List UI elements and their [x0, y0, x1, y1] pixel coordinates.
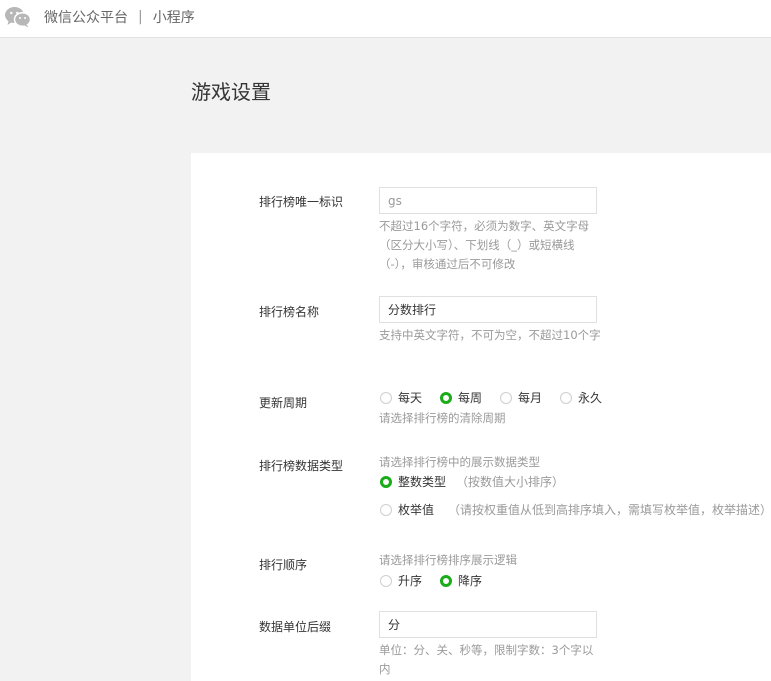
data-type-option-enum[interactable]: 枚举值 （请按权重值从低到高排序填入，需填写枚举值，枚举描述） — [380, 501, 771, 518]
order-radio-group: 升序 降序 — [380, 572, 500, 589]
radio-checked-icon — [440, 574, 453, 587]
radio-unchecked-icon — [500, 391, 513, 404]
radio-unchecked-icon — [380, 391, 392, 404]
data-type-enum-label: 枚举值 — [398, 503, 435, 517]
cycle-option-monthly[interactable]: 每月 — [500, 389, 542, 406]
rank-id-hint: 不超过16个字符，必须为数字、英文字母（区分大小写）、下划线（_）或短横线（-）… — [379, 219, 590, 271]
radio-unchecked-icon — [380, 574, 392, 587]
rank-name-label: 排行榜名称 — [259, 305, 320, 319]
wechat-logo-icon[interactable] — [4, 6, 32, 28]
data-type-enum-desc: （请按权重值从低到高排序填入，需填写枚举值，枚举描述） — [448, 503, 771, 517]
brand-separator: | — [138, 9, 143, 25]
cycle-option-daily[interactable]: 每天 — [380, 389, 422, 406]
radio-checked-icon — [380, 475, 392, 488]
order-option-desc[interactable]: 降序 — [440, 572, 482, 589]
unit-suffix-hint: 单位：分、关、秒等，限制字数：3个字以内 — [379, 643, 594, 676]
cycle-option-forever[interactable]: 永久 — [560, 389, 602, 406]
cycle-label: 更新周期 — [259, 396, 308, 410]
rank-name-input[interactable] — [379, 296, 597, 323]
order-label: 排行顺序 — [259, 558, 308, 572]
top-bar: 微信公众平台 | 小程序 — [0, 0, 771, 38]
data-type-integer-label: 整数类型 — [398, 475, 447, 489]
rank-id-input[interactable] — [379, 187, 597, 214]
brand: 微信公众平台 | 小程序 — [44, 7, 195, 27]
rank-name-hint: 支持中英文字符，不可为空，不超过10个字 — [379, 328, 601, 342]
unit-suffix-input[interactable] — [379, 611, 597, 638]
cycle-option-weekly[interactable]: 每周 — [440, 389, 482, 406]
rank-id-label: 排行榜唯一标识 — [259, 195, 344, 209]
data-type-option-integer[interactable]: 整数类型 （按数值大小排序） — [380, 473, 564, 490]
unit-suffix-label: 数据单位后缀 — [259, 620, 332, 634]
radio-checked-icon — [440, 391, 453, 404]
cycle-hint: 请选择排行榜的清除周期 — [379, 411, 506, 425]
product-name[interactable]: 小程序 — [153, 7, 195, 27]
order-hint: 请选择排行榜排序展示逻辑 — [379, 553, 517, 567]
order-option-asc[interactable]: 升序 — [380, 572, 422, 589]
radio-unchecked-icon — [380, 503, 392, 516]
data-type-integer-desc: （按数值大小排序） — [456, 475, 565, 489]
brand-name[interactable]: 微信公众平台 — [44, 7, 128, 27]
cycle-radio-group: 每天 每周 每月 永久 — [380, 389, 620, 406]
data-type-label: 排行榜数据类型 — [259, 459, 344, 473]
page-title: 游戏设置 — [191, 80, 271, 104]
data-type-hint: 请选择排行榜中的展示数据类型 — [379, 455, 540, 469]
radio-unchecked-icon — [560, 391, 573, 404]
